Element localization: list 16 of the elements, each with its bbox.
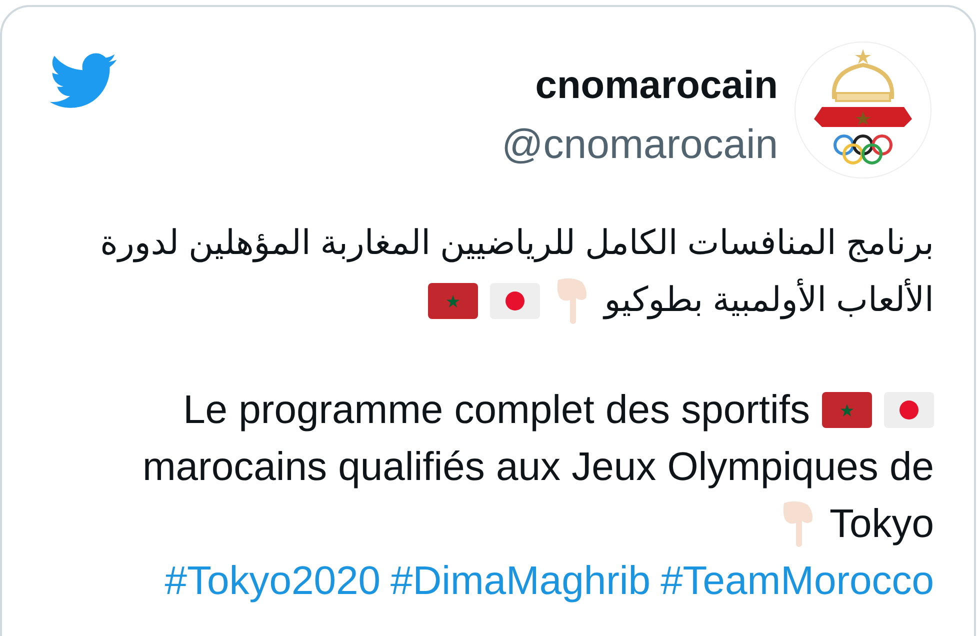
bird-icon[interactable] [50, 53, 118, 109]
hashtag-link[interactable]: #DimaMaghrib [390, 550, 651, 610]
tweet-text: برنامج المنافسات الكامل للرياضيين المغاربة المؤهلين لدورة [100, 223, 934, 264]
morocco-flag-icon [822, 392, 872, 428]
tweet-text: marocains qualifiés aux Jeux Olympiques de [142, 444, 934, 490]
morocco-flag-icon [428, 282, 478, 318]
user-handle[interactable]: @cnomarocain [502, 115, 778, 173]
tweet-text: Le programme complet des sportifs [183, 386, 810, 434]
japan-flag-icon [490, 282, 540, 318]
display-name[interactable]: cnomarocain [535, 57, 778, 115]
avatar-emblem-icon [794, 41, 932, 179]
hashtag-link[interactable]: #TeamMorocco [660, 550, 934, 610]
tweet-text: Tokyo [830, 500, 934, 548]
japan-flag-icon [884, 392, 934, 428]
tweet-text: الألعاب الأولمبية بطوكيو [604, 275, 934, 326]
hashtag-link[interactable]: #Tokyo2020 [164, 550, 380, 610]
